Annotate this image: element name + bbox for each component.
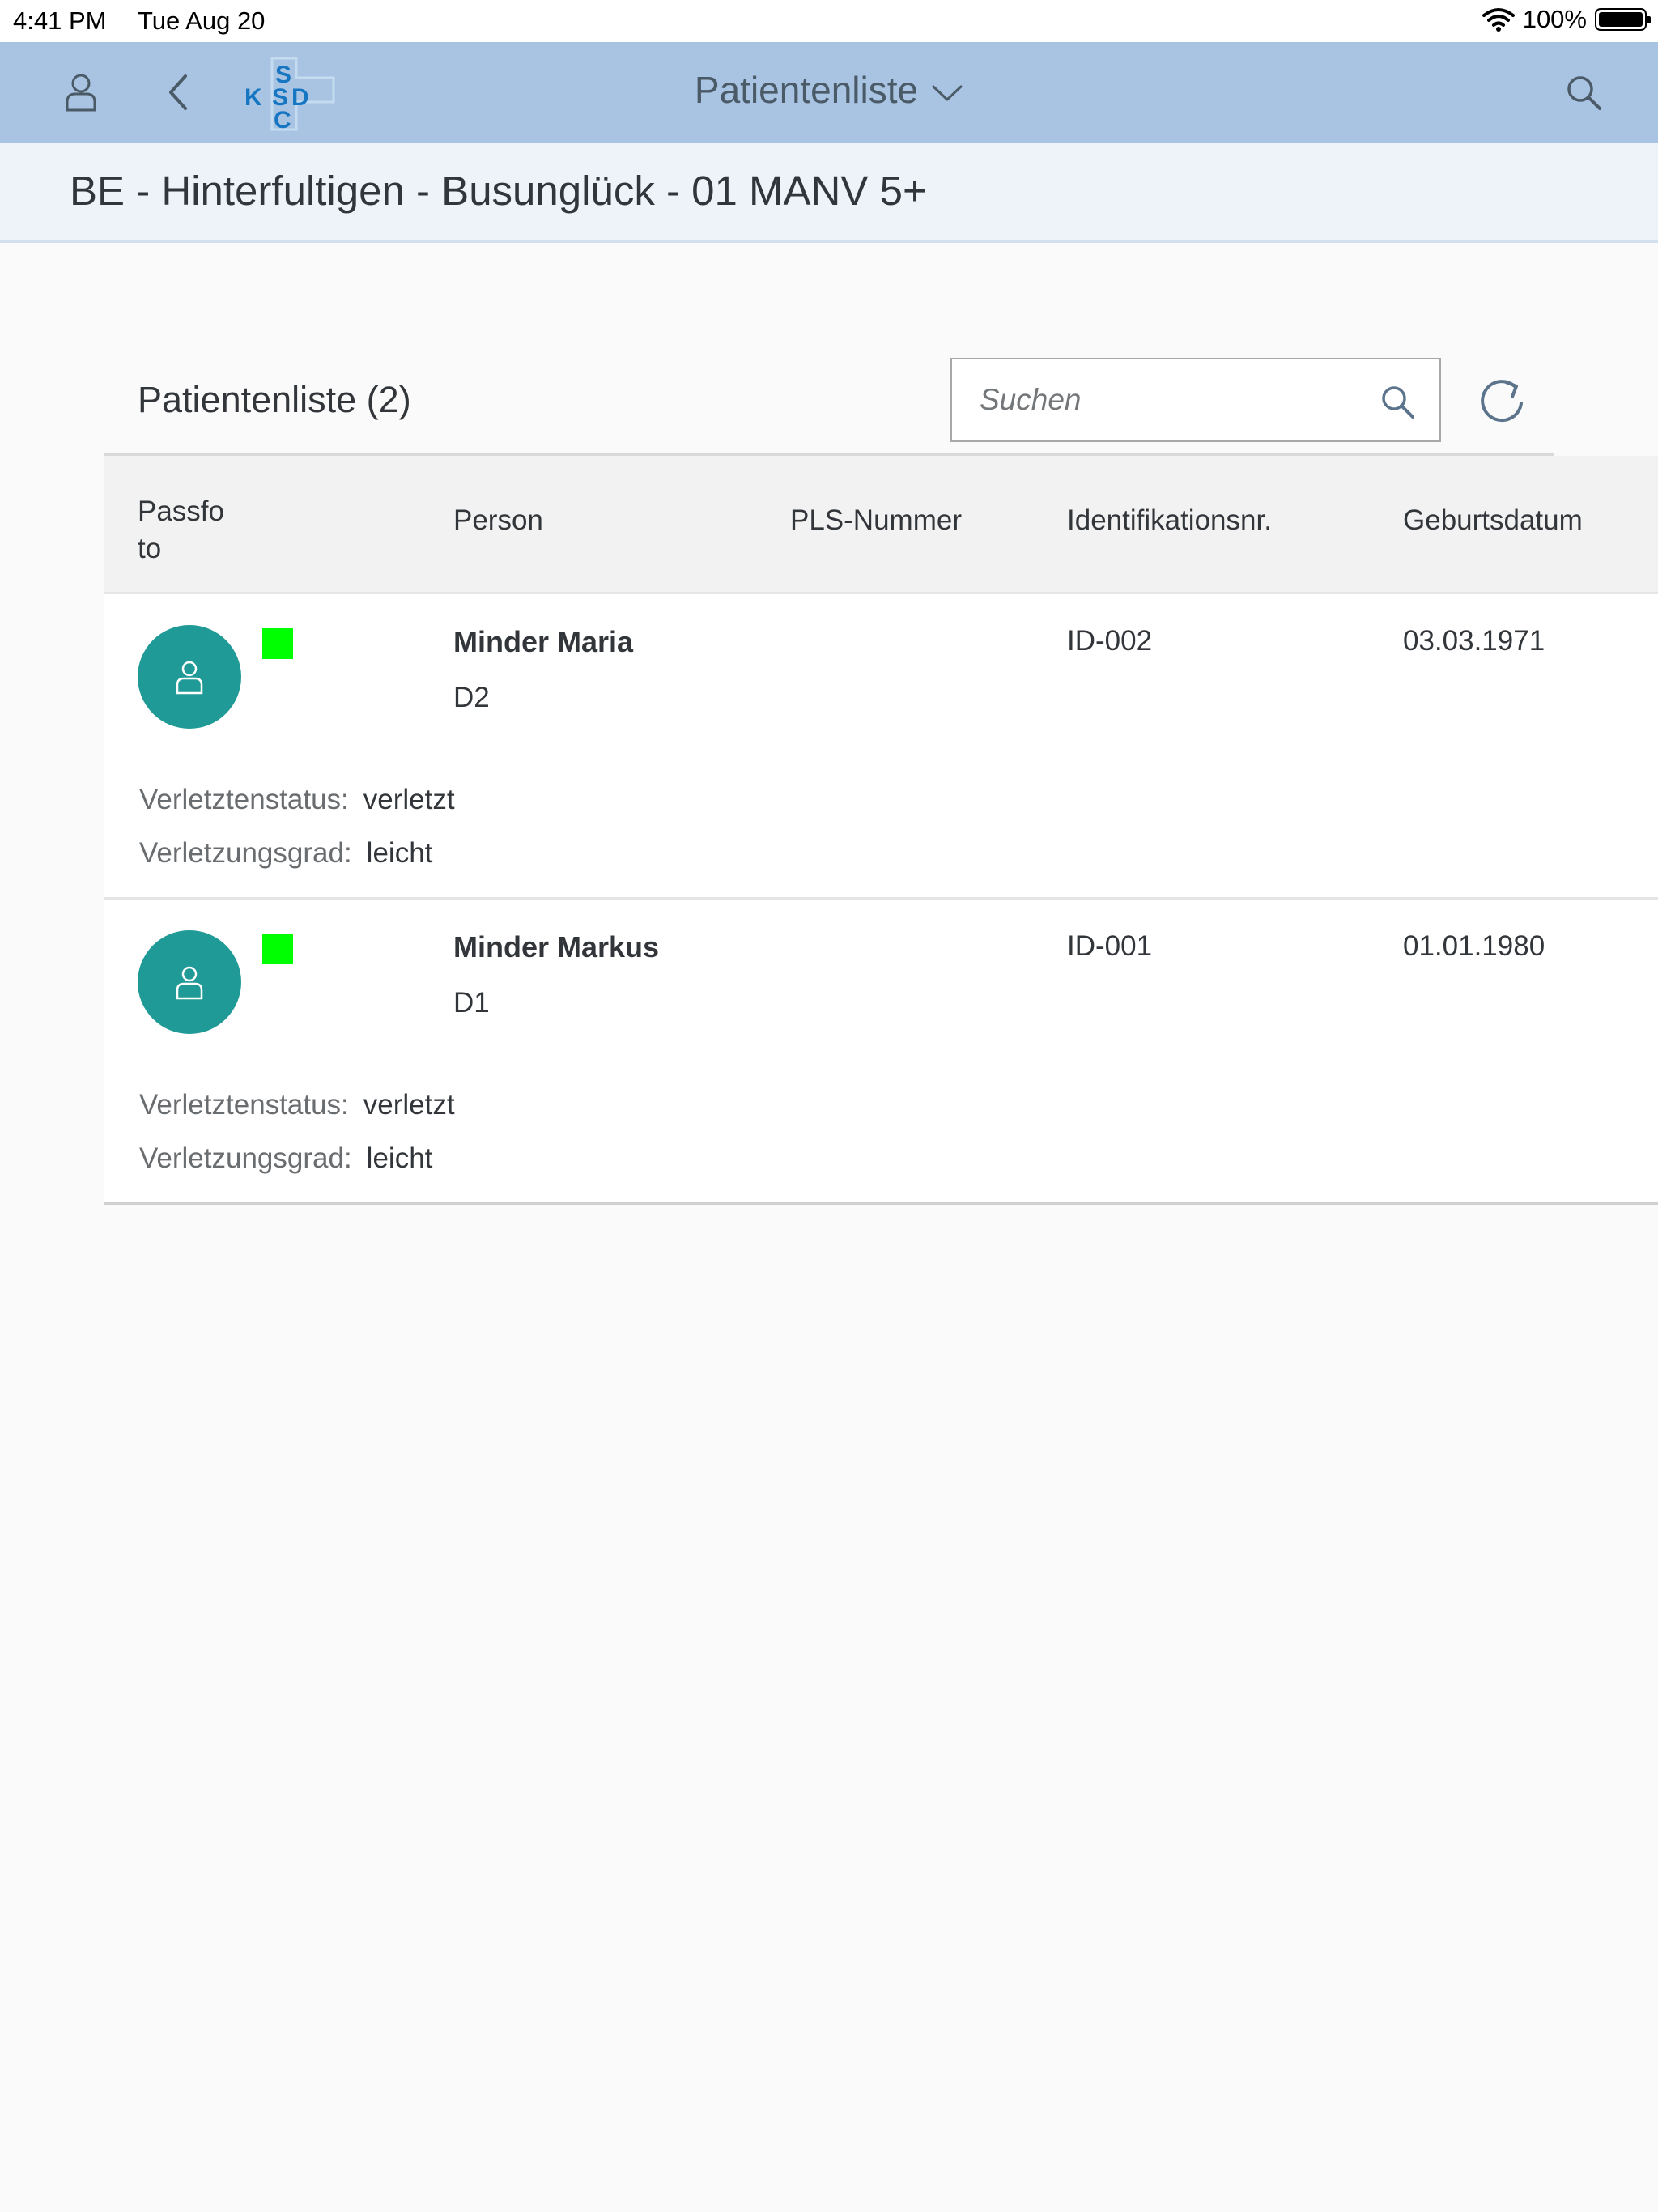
status-date: Tue Aug 20 [138,6,266,35]
status-right: 100% [1482,5,1651,34]
patient-name: Minder Markus [453,930,660,963]
table-header: Passfo to Person PLS-Nummer Identifikatio… [104,456,1658,594]
refresh-icon [1481,380,1523,423]
injury-status: Verletztenstatus: verletzt [139,784,455,816]
search-field[interactable] [950,358,1441,442]
object-header: BE - Hinterfultigen - Busunglück - 01 MA… [0,143,1658,243]
list-toolbar: Patientenliste (2) [104,340,1554,456]
patient-birthdate: 03.03.1971 [1403,625,1545,657]
triage-indicator [262,934,293,964]
refresh-button[interactable] [1473,372,1530,429]
person-placeholder-icon [176,661,203,695]
triage-indicator [262,628,293,659]
wifi-icon [1482,8,1515,32]
column-header-birthdate: Geburtsdatum [1403,504,1583,536]
battery-icon [1595,8,1651,31]
table-row[interactable]: Minder Maria D2 ID-002 03.03.1971 Verlet… [104,594,1658,900]
patient-name: Minder Maria [453,625,634,658]
avatar [138,625,241,729]
shell-bar: S K S D C Patientenliste [0,42,1658,143]
patient-id: ID-001 [1067,930,1153,962]
list-title: Patientenliste (2) [138,379,411,420]
injury-grade-value: leicht [366,1142,433,1174]
injury-grade: Verletzungsgrad: leicht [139,1142,432,1175]
column-header-person: Person [453,504,543,536]
injury-status-value: verletzt [363,1089,455,1121]
injury-status-label: Verletztenstatus: [139,1089,349,1121]
table-row[interactable]: Minder Markus D1 ID-001 01.01.1980 Verle… [104,900,1658,1205]
injury-grade: Verletzungsgrad: leicht [139,837,432,870]
person-placeholder-icon [176,966,203,1000]
status-bar: 4:41 PM Tue Aug 20 100% [0,0,1658,42]
injury-grade-value: leicht [366,837,433,869]
patient-id: ID-002 [1067,625,1153,657]
injury-status: Verletztenstatus: verletzt [139,1089,455,1121]
search-icon[interactable] [1380,384,1415,419]
injury-status-label: Verletztenstatus: [139,784,349,815]
patient-birthdate: 01.01.1980 [1403,930,1545,962]
shell-title: Patientenliste [694,69,919,111]
chevron-down-icon [932,85,963,101]
injury-status-value: verletzt [363,784,455,815]
shell-title-menu[interactable]: Patientenliste [0,68,1658,112]
patient-code: D2 [453,682,490,713]
injury-grade-label: Verletzungsgrad: [139,837,352,869]
patient-code: D1 [453,987,490,1019]
column-header-photo: Passfo to [138,496,224,564]
injury-grade-label: Verletzungsgrad: [139,1142,352,1174]
status-time: 4:41 PM [13,6,107,35]
column-header-id: Identifikationsnr. [1067,504,1272,536]
column-header-pls: PLS-Nummer [790,504,962,536]
avatar [138,930,241,1034]
patient-list-panel: Patientenliste (2) Passfoto Person PLS-N… [104,340,1658,1205]
shell-search-button[interactable] [1558,66,1609,118]
search-icon [1567,76,1601,110]
search-input[interactable] [952,359,1357,440]
battery-percent: 100% [1522,5,1587,33]
incident-title: BE - Hinterfultigen - Busunglück - 01 MA… [70,168,927,214]
